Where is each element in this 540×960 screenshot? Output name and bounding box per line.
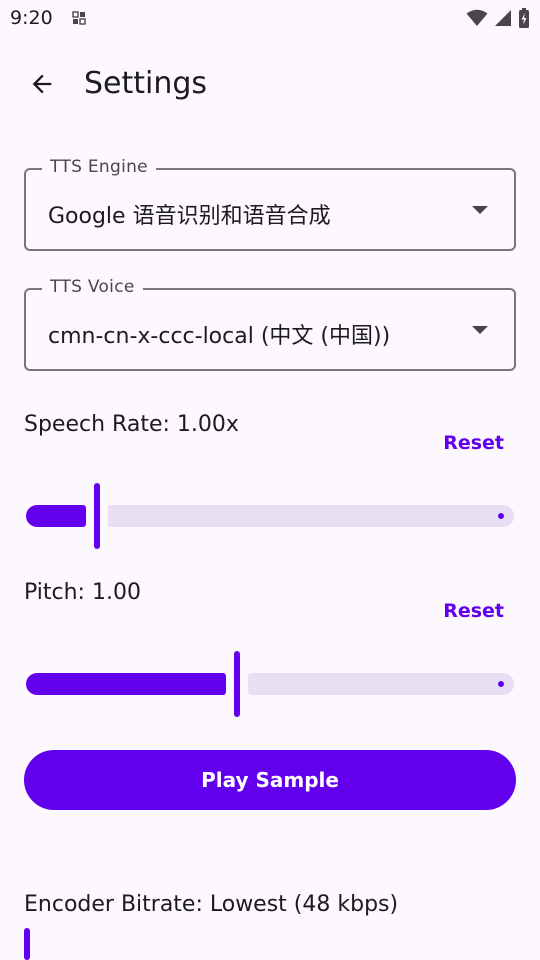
back-button[interactable]: [20, 62, 64, 106]
slider-stop-indicator: [498, 513, 504, 519]
status-time: 9:20: [10, 7, 53, 29]
app-bar: Settings: [0, 52, 540, 116]
arrow-back-icon: [32, 74, 52, 94]
speech-rate-slider[interactable]: [24, 483, 516, 549]
slider-handle[interactable]: [234, 651, 240, 717]
tts-voice-label: TTS Voice: [42, 277, 143, 297]
tts-engine-label: TTS Engine: [42, 157, 156, 177]
encoder-bitrate-label: Encoder Bitrate: Lowest (48 kbps): [24, 892, 399, 917]
encoder-bitrate-slider-handle[interactable]: [24, 928, 30, 960]
pitch-slider[interactable]: [24, 651, 516, 717]
tts-voice-dropdown[interactable]: TTS Voice cmn-cn-x-ccc-local (中文 (中国)): [24, 277, 516, 371]
dropdown-arrow-icon: [472, 206, 488, 214]
tts-engine-value: Google 语音识别和语音合成: [48, 204, 331, 229]
status-icons: [466, 7, 530, 29]
slider-stop-indicator: [498, 681, 504, 687]
pitch-reset-button[interactable]: Reset: [443, 600, 504, 622]
slider-active-track: [26, 505, 86, 527]
battery-charging-icon: [519, 8, 529, 28]
wifi-icon: [466, 9, 488, 26]
tts-voice-value: cmn-cn-x-ccc-local (中文 (中国)): [48, 324, 391, 349]
slider-handle[interactable]: [94, 483, 100, 549]
notification-grid-icon: [72, 11, 86, 25]
speech-rate-reset-button[interactable]: Reset: [443, 432, 504, 454]
play-sample-button[interactable]: Play Sample: [24, 750, 516, 810]
tts-engine-dropdown[interactable]: TTS Engine Google 语音识别和语音合成: [24, 157, 516, 251]
dropdown-arrow-icon: [472, 326, 488, 334]
status-bar: 9:20: [0, 0, 540, 36]
pitch-label: Pitch: 1.00: [24, 580, 141, 605]
slider-active-track: [26, 673, 226, 695]
slider-inactive-track: [108, 505, 514, 527]
slider-inactive-track: [248, 673, 514, 695]
cellular-signal-icon: [495, 10, 511, 26]
page-title: Settings: [84, 66, 208, 101]
speech-rate-label: Speech Rate: 1.00x: [24, 412, 239, 437]
